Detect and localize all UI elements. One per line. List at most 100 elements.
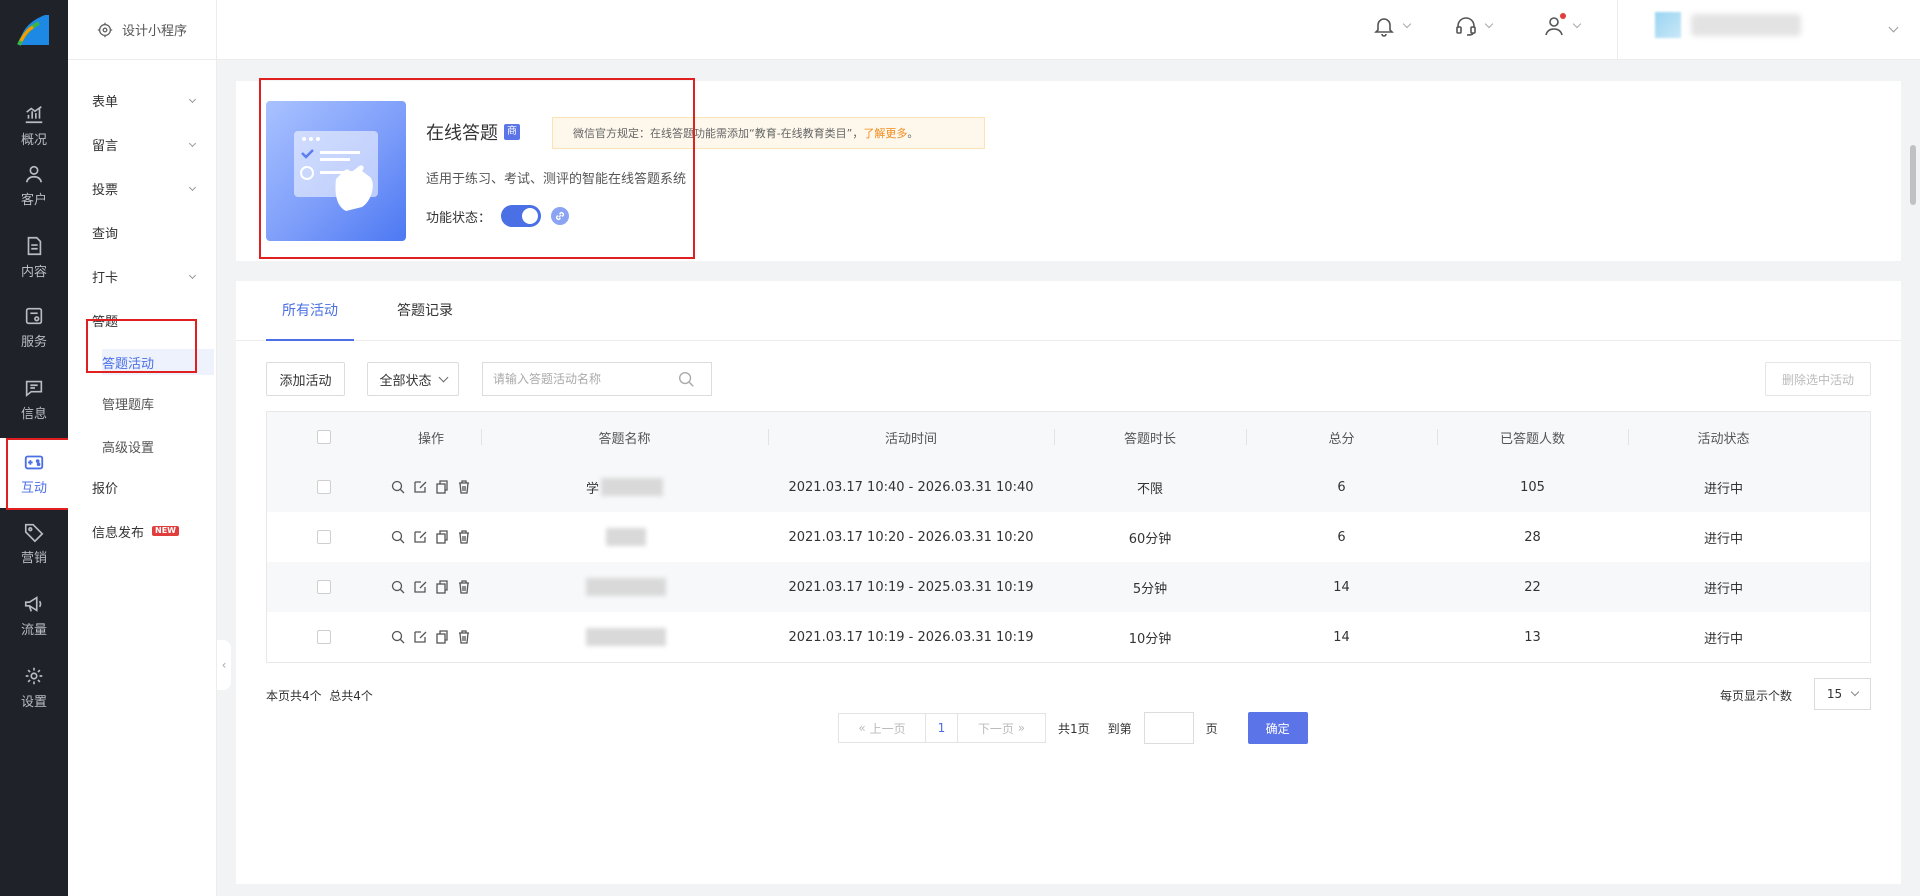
rail-item-customer[interactable]: 客户 (0, 150, 68, 220)
subnav-item-vote[interactable]: 投票 (68, 168, 217, 208)
user-menu-button[interactable] (1542, 13, 1582, 38)
delete-icon[interactable] (456, 529, 472, 545)
view-icon[interactable] (390, 479, 406, 495)
row-actions (381, 562, 481, 612)
subnav-item-checkin[interactable]: 打卡 (68, 256, 217, 296)
view-icon[interactable] (390, 579, 406, 595)
chevron-down-icon (188, 95, 197, 104)
activity-name[interactable] (481, 612, 768, 662)
rail-item-settings[interactable]: 设置 (0, 652, 68, 722)
activity-name[interactable]: 学 (481, 462, 768, 512)
subnav-child-label: 高级设置 (102, 440, 155, 456)
subnav-item-message[interactable]: 留言 (68, 124, 217, 164)
confirm-goto-button[interactable]: 确定 (1247, 712, 1308, 744)
rail-item-traffic[interactable]: 流量 (0, 580, 68, 650)
tab-answer-records[interactable]: 答题记录 (381, 281, 469, 341)
row-checkbox[interactable] (317, 580, 331, 594)
search-input[interactable] (483, 364, 673, 394)
feature-description: 适用于练习、考试、测评的智能在线答题系统 (426, 172, 687, 187)
status-filter-value: 全部状态 (379, 373, 432, 389)
edit-icon[interactable] (412, 479, 428, 495)
subnav-label: 报价 (92, 481, 119, 497)
activity-participants: 105 (1520, 479, 1545, 495)
add-activity-button[interactable]: 添加活动 (266, 362, 345, 396)
rail-label: 互动 (20, 480, 47, 496)
activity-name-text: 学 (585, 481, 599, 497)
edit-icon[interactable] (412, 579, 428, 595)
activity-participants: 13 (1524, 629, 1541, 645)
edit-icon[interactable] (412, 629, 428, 645)
row-checkbox[interactable] (317, 530, 331, 544)
copy-icon[interactable] (434, 579, 450, 595)
delete-icon[interactable] (456, 629, 472, 645)
gear-icon (25, 667, 43, 684)
select-all-checkbox[interactable] (317, 430, 331, 444)
delete-selected-button[interactable]: 删除选中活动 (1765, 362, 1871, 396)
learn-more-link[interactable]: 了解更多 (863, 125, 907, 141)
subnav-item-form[interactable]: 表单 (68, 80, 217, 120)
rail-item-interaction[interactable]: 互动 (0, 438, 68, 508)
page-1-button[interactable]: 1 (926, 713, 958, 743)
chevron-down-icon (1850, 687, 1860, 697)
prev-page-button[interactable]: « 上一页 (838, 713, 926, 743)
subnav-item-quiz[interactable]: 答题 (68, 300, 217, 340)
account-switcher[interactable] (1655, 12, 1801, 38)
rail-label: 客户 (20, 192, 47, 208)
subnav-item-query[interactable]: 查询 (68, 212, 217, 252)
rail-item-message[interactable]: 信息 (0, 364, 68, 434)
redacted-name (585, 628, 666, 646)
collapse-sidebar-button[interactable]: ‹ (217, 640, 231, 690)
account-avatar (1655, 12, 1681, 38)
tab-all-activities[interactable]: 所有活动 (266, 281, 354, 341)
subnav-child-advanced[interactable]: 高级设置 (102, 433, 214, 459)
feature-toggle[interactable] (501, 205, 542, 227)
brand-mini-program[interactable]: 设计小程序 (68, 0, 216, 60)
chevron-down-icon[interactable] (1888, 22, 1899, 33)
activity-time: 2021.03.17 10:20 - 2026.03.31 10:20 (788, 529, 1034, 545)
rail-label: 内容 (20, 264, 47, 280)
double-chevron-right-icon: » (1013, 721, 1026, 735)
page-summary: 本页共4个 总共4个 (266, 687, 373, 704)
header-cell: 活动时间 (768, 412, 1054, 462)
row-checkbox[interactable] (317, 480, 331, 494)
per-page-select[interactable]: 15 (1814, 678, 1871, 710)
activity-score: 14 (1333, 629, 1350, 645)
row-checkbox[interactable] (317, 630, 331, 644)
subnav-item-info-publish[interactable]: 信息发布 NEW (68, 511, 217, 551)
goto-page-input[interactable] (1143, 712, 1194, 744)
subnav-label: 打卡 (92, 270, 119, 286)
next-page-button[interactable]: 下一页 » (958, 713, 1046, 743)
edit-icon[interactable] (412, 529, 428, 545)
delete-icon[interactable] (456, 479, 472, 495)
page-scrollbar[interactable] (1910, 145, 1916, 205)
subnav-child-question-bank[interactable]: 管理题库 (102, 390, 214, 416)
delete-icon[interactable] (456, 579, 472, 595)
copy-icon[interactable] (434, 479, 450, 495)
rail-item-marketing[interactable]: 营销 (0, 508, 68, 578)
subnav-child-quiz-activity[interactable]: 答题活动 (102, 349, 214, 375)
rail-label: 流量 (20, 622, 47, 638)
search-icon[interactable] (677, 370, 695, 388)
header-cell: 总分 (1246, 412, 1437, 462)
rail-item-content[interactable]: 内容 (0, 222, 68, 292)
notification-button[interactable] (1372, 14, 1412, 38)
share-link-button[interactable] (551, 207, 570, 225)
activity-status: 进行中 (1703, 581, 1743, 597)
copy-icon[interactable] (434, 529, 450, 545)
subnav-item-quote[interactable]: 报价 (68, 467, 217, 507)
view-icon[interactable] (390, 529, 406, 545)
summary-total-count: 总共4个 (329, 689, 373, 703)
activity-name[interactable] (481, 562, 768, 612)
app-logo[interactable] (0, 0, 68, 60)
view-icon[interactable] (390, 629, 406, 645)
activity-name[interactable] (481, 512, 768, 562)
row-actions (381, 512, 481, 562)
row-select (267, 512, 381, 562)
message-icon (25, 380, 43, 397)
rail-item-service[interactable]: 服务 (0, 292, 68, 362)
support-button[interactable] (1454, 14, 1494, 38)
status-filter-select[interactable]: 全部状态 (367, 362, 459, 396)
redacted-name (585, 578, 666, 596)
copy-icon[interactable] (434, 629, 450, 645)
page-unit: 页 (1205, 721, 1218, 736)
